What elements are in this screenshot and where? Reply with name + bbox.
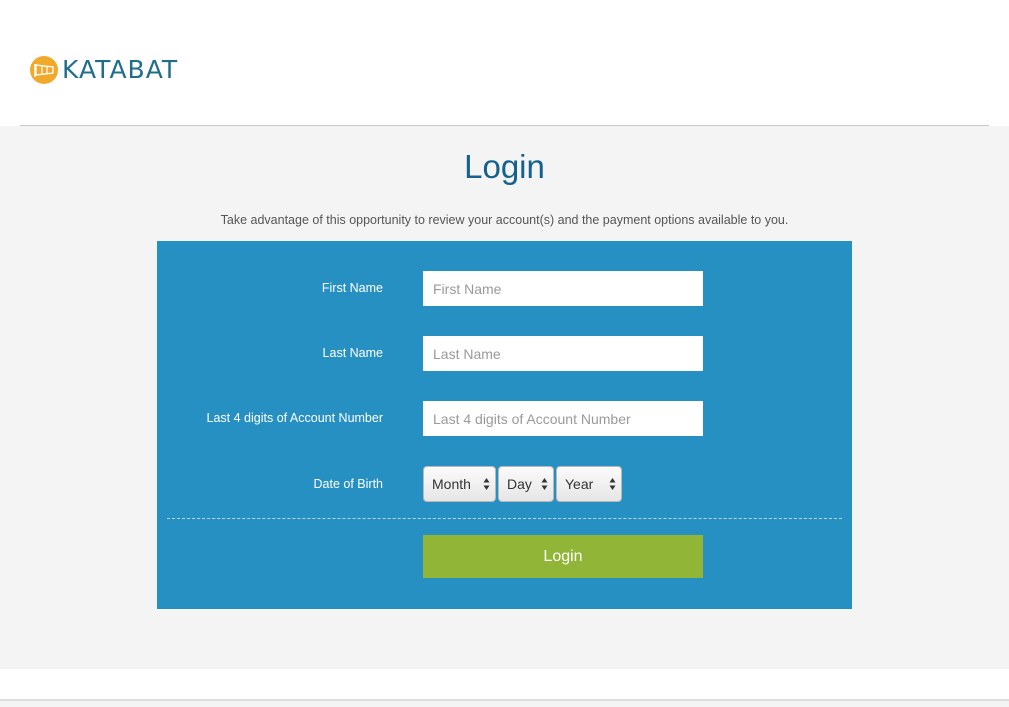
login-button[interactable]: Login <box>423 535 703 578</box>
login-form: First Name Last Name Last 4 digits of Ac… <box>157 241 852 609</box>
windsock-icon <box>30 55 58 84</box>
select-arrows-icon <box>483 478 490 490</box>
site-footer <box>0 701 1009 707</box>
last-name-label: Last Name <box>322 346 383 360</box>
month-select[interactable]: Month <box>423 466 496 502</box>
page-subtitle: Take advantage of this opportunity to re… <box>220 213 789 227</box>
katabat-logo[interactable]: KATABAT <box>30 55 178 84</box>
date-of-birth-label: Date of Birth <box>313 477 383 491</box>
last-name-input[interactable] <box>423 336 703 371</box>
site-header: KATABAT <box>0 0 1009 126</box>
year-select-value: Year <box>565 476 594 492</box>
select-arrows-icon <box>541 478 548 490</box>
account-number-label: Last 4 digits of Account Number <box>206 411 383 425</box>
first-name-input[interactable] <box>423 271 703 306</box>
form-divider <box>167 518 842 519</box>
page-title: Login <box>464 148 545 185</box>
login-section: Login Take advantage of this opportunity… <box>0 126 1009 669</box>
year-select[interactable]: Year <box>556 466 622 502</box>
first-name-label: First Name <box>321 281 383 295</box>
account-number-input[interactable] <box>423 401 703 436</box>
select-arrows-icon <box>609 478 616 490</box>
day-select-value: Day <box>507 476 532 492</box>
day-select[interactable]: Day <box>498 466 554 502</box>
month-select-value: Month <box>432 476 471 492</box>
brand-name: KATABAT <box>62 55 179 84</box>
